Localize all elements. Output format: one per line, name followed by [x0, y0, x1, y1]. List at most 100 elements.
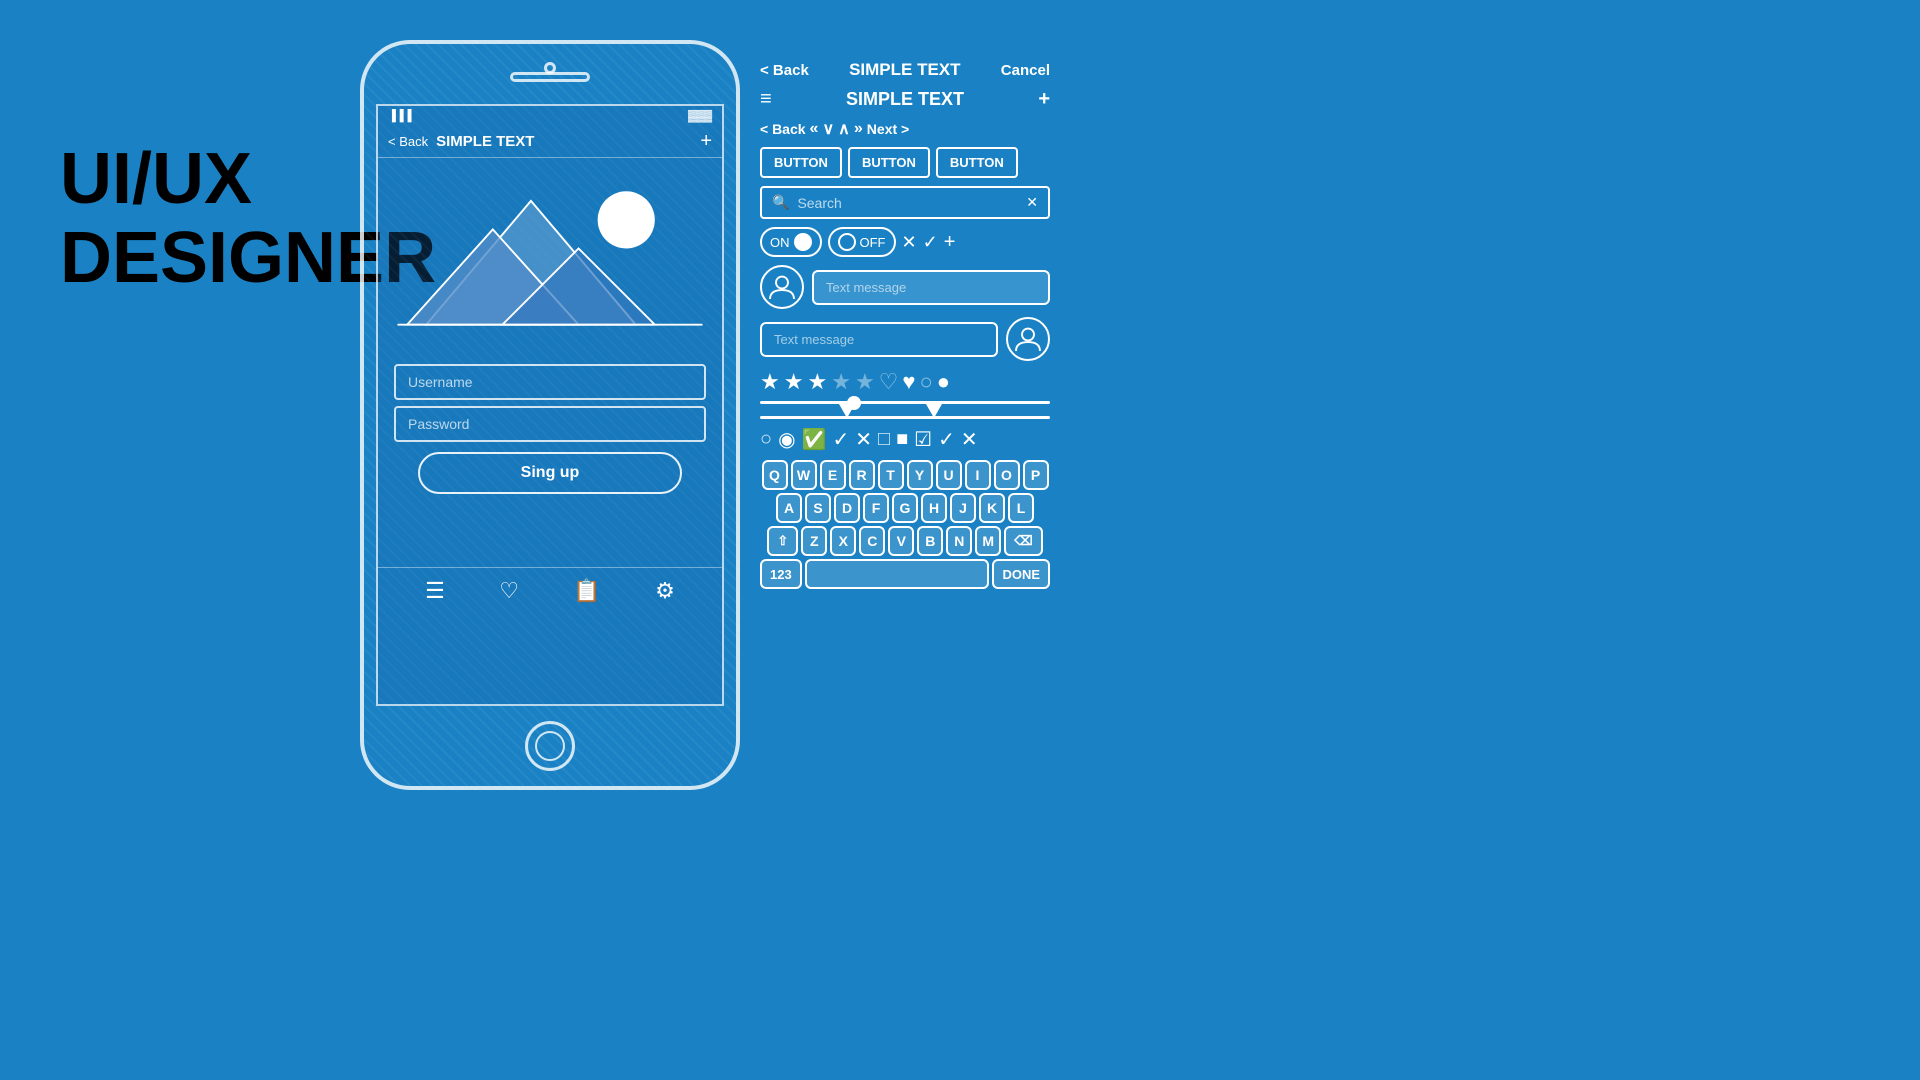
- slider-1-track: [760, 401, 1050, 404]
- toggle-on[interactable]: ON: [760, 227, 822, 257]
- square-empty[interactable]: □: [878, 428, 890, 451]
- username-field[interactable]: Username: [394, 364, 706, 400]
- phone-outer: ▐▐▐ ▓▓▓ < Back SIMPLE TEXT +: [360, 40, 740, 790]
- message-row-2: Text message: [760, 317, 1050, 361]
- toggle-on-circle: [794, 233, 812, 251]
- square-filled[interactable]: ■: [896, 428, 908, 451]
- signup-button[interactable]: Sing up: [418, 452, 682, 494]
- password-field[interactable]: Password: [394, 406, 706, 442]
- double-right-arrow[interactable]: »: [854, 120, 863, 138]
- heart-outline-icon[interactable]: ♡: [879, 369, 899, 395]
- key-U[interactable]: U: [936, 460, 962, 490]
- slider-2-track: [760, 416, 1050, 419]
- check-circle-check2[interactable]: ✓: [832, 427, 849, 452]
- key-R[interactable]: R: [849, 460, 875, 490]
- key-I[interactable]: I: [965, 460, 991, 490]
- key-B[interactable]: B: [917, 526, 943, 556]
- bubble-outline-icon[interactable]: ○: [919, 369, 932, 395]
- key-F[interactable]: F: [863, 493, 889, 523]
- key-V[interactable]: V: [888, 526, 914, 556]
- toggle-off-label: OFF: [860, 235, 886, 250]
- phone-nav-title: SIMPLE TEXT: [436, 133, 700, 150]
- radio-filled[interactable]: ◉: [778, 427, 795, 452]
- radio-empty[interactable]: ○: [760, 428, 772, 451]
- bubble-filled-icon[interactable]: ●: [937, 369, 950, 395]
- key-W[interactable]: W: [791, 460, 817, 490]
- ui-panel: < Back SIMPLE TEXT Cancel ≡ SIMPLE TEXT …: [760, 60, 1050, 592]
- key-H[interactable]: H: [921, 493, 947, 523]
- star-1-filled[interactable]: ★: [760, 369, 780, 395]
- key-D[interactable]: D: [834, 493, 860, 523]
- keyboard-row-1: Q W E R T Y U I O P: [760, 460, 1050, 490]
- panel-top-nav: < Back SIMPLE TEXT Cancel: [760, 60, 1050, 80]
- toggle-row: ON OFF ✕ ✓ +: [760, 227, 1050, 257]
- key-L[interactable]: L: [1008, 493, 1034, 523]
- button-3[interactable]: BUTTON: [936, 147, 1018, 178]
- key-E[interactable]: E: [820, 460, 846, 490]
- key-Y[interactable]: Y: [907, 460, 933, 490]
- checkboxes-row: ○ ◉ ✅ ✓ ✕ □ ■ ☑ ✓ ✕: [760, 427, 1050, 452]
- slider-2-container: [760, 416, 1050, 419]
- back-arrow-button[interactable]: < Back: [760, 121, 806, 137]
- key-K[interactable]: K: [979, 493, 1005, 523]
- message-bubble-right[interactable]: Text message: [812, 270, 1050, 305]
- check-circle-check[interactable]: ✅: [802, 427, 827, 452]
- double-left-arrow[interactable]: «: [810, 120, 819, 138]
- header-title: SIMPLE TEXT: [780, 89, 1031, 110]
- key-done[interactable]: DONE: [992, 559, 1050, 589]
- panel-cancel-button[interactable]: Cancel: [1001, 62, 1050, 79]
- key-G[interactable]: G: [892, 493, 918, 523]
- key-P[interactable]: P: [1023, 460, 1049, 490]
- key-M[interactable]: M: [975, 526, 1001, 556]
- heart-filled-icon[interactable]: ♥: [902, 369, 915, 395]
- square-check2[interactable]: ✓: [938, 427, 955, 452]
- star-2-filled[interactable]: ★: [784, 369, 804, 395]
- message-bubble-left[interactable]: Text message: [760, 322, 998, 357]
- up-arrow[interactable]: ∧: [838, 119, 850, 139]
- button-2[interactable]: BUTTON: [848, 147, 930, 178]
- key-O[interactable]: O: [994, 460, 1020, 490]
- nav-arrows-row: < Back « ∨ ∧ » Next >: [760, 119, 1050, 139]
- settings-icon[interactable]: ⚙: [655, 578, 675, 604]
- panel-back-button[interactable]: < Back: [760, 62, 809, 79]
- key-X[interactable]: X: [830, 526, 856, 556]
- key-numbers[interactable]: 123: [760, 559, 802, 589]
- phone-back-button[interactable]: < Back: [388, 134, 428, 149]
- star-3-filled[interactable]: ★: [807, 369, 827, 395]
- add-icon[interactable]: +: [1038, 88, 1050, 111]
- key-space[interactable]: [805, 559, 990, 589]
- toggle-off[interactable]: OFF: [828, 227, 896, 257]
- key-shift[interactable]: ⇧: [767, 526, 798, 556]
- phone-home-button[interactable]: [525, 721, 575, 771]
- key-Z[interactable]: Z: [801, 526, 827, 556]
- square-check[interactable]: ☑: [914, 427, 932, 452]
- next-button[interactable]: Next >: [867, 121, 909, 137]
- down-arrow[interactable]: ∨: [822, 119, 834, 139]
- search-icon: 🔍: [772, 194, 789, 211]
- star-5-empty[interactable]: ★: [855, 369, 875, 395]
- key-backspace[interactable]: ⌫: [1004, 526, 1042, 556]
- key-N[interactable]: N: [946, 526, 972, 556]
- x-circle-icon[interactable]: ✕: [855, 427, 872, 452]
- key-T[interactable]: T: [878, 460, 904, 490]
- heart-icon[interactable]: ♡: [499, 578, 519, 604]
- key-C[interactable]: C: [859, 526, 885, 556]
- key-A[interactable]: A: [776, 493, 802, 523]
- keyboard-row-3: ⇧ Z X C V B N M ⌫: [760, 526, 1050, 556]
- search-bar[interactable]: 🔍 Search ✕: [760, 186, 1050, 219]
- key-Q[interactable]: Q: [762, 460, 788, 490]
- edit-icon[interactable]: 📋: [573, 578, 600, 604]
- avatar-left: [760, 265, 804, 309]
- search-placeholder: Search: [797, 195, 1018, 211]
- menu-icon[interactable]: ☰: [425, 578, 445, 604]
- key-S[interactable]: S: [805, 493, 831, 523]
- slider-2-thumb2[interactable]: [926, 404, 942, 418]
- menu-icon[interactable]: ≡: [760, 88, 772, 111]
- clear-button[interactable]: ✕: [1026, 194, 1038, 211]
- button-1[interactable]: BUTTON: [760, 147, 842, 178]
- key-J[interactable]: J: [950, 493, 976, 523]
- slider-2-thumb1[interactable]: [839, 404, 855, 418]
- star-4-empty[interactable]: ★: [831, 369, 851, 395]
- square-x[interactable]: ✕: [961, 427, 978, 452]
- phone-add-button[interactable]: +: [700, 130, 712, 153]
